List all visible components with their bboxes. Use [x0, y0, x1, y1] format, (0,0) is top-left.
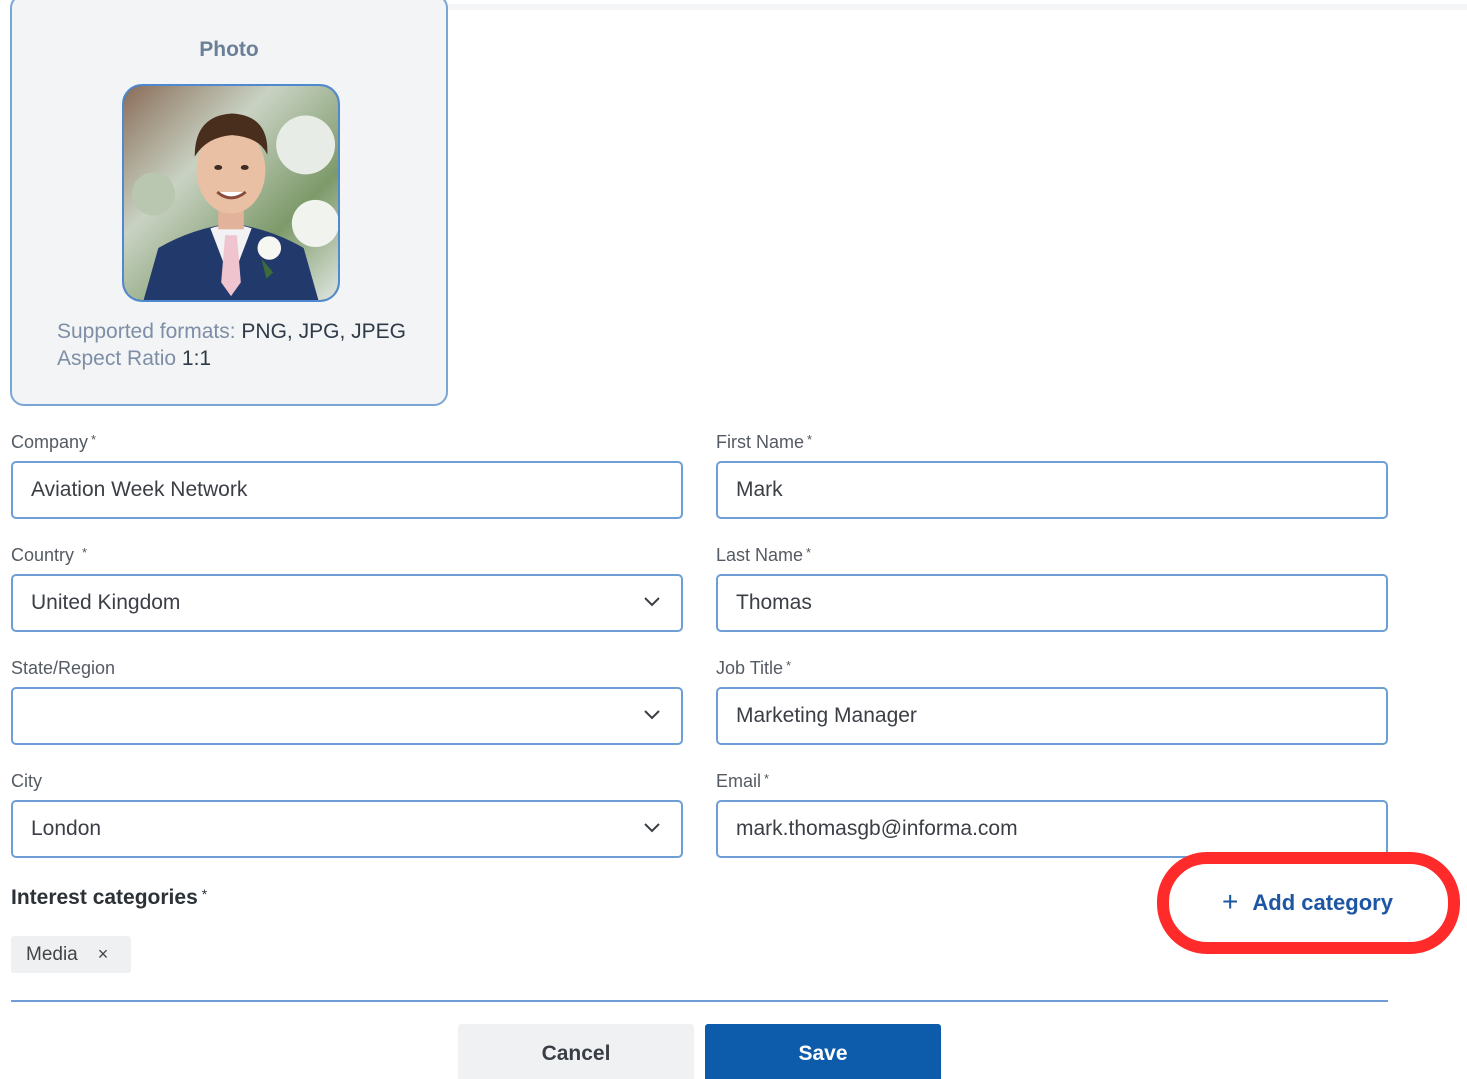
chip-label: Media [26, 943, 78, 965]
top-bar [448, 4, 1467, 10]
state-label: State/Region [11, 658, 116, 678]
aspect-value: 1:1 [176, 347, 212, 370]
email-label: Email * [716, 771, 770, 791]
job-title-label: Job Title * [716, 658, 792, 678]
interest-chip: Media × [11, 936, 131, 973]
first-name-field[interactable]: Mark [716, 461, 1388, 519]
plus-icon: + [1222, 885, 1239, 917]
cancel-button[interactable]: Cancel [458, 1024, 694, 1079]
chevron-down-icon [643, 708, 661, 722]
city-select[interactable]: London [11, 800, 683, 858]
state-select[interactable] [11, 687, 683, 745]
company-value: Aviation Week Network [31, 478, 248, 501]
last-name-label: Last Name * [716, 545, 812, 565]
profile-photo-image [124, 86, 338, 300]
last-name-field[interactable]: Thomas [716, 574, 1388, 632]
company-field[interactable]: Aviation Week Network [11, 461, 683, 519]
aspect-label: Aspect Ratio [57, 347, 177, 370]
city-label: City [11, 771, 42, 791]
email-value: mark.thomasgb@informa.com [736, 817, 1018, 840]
job-title-field[interactable]: Marketing Manager [716, 687, 1388, 745]
first-name-value: Mark [736, 478, 783, 501]
add-category-button[interactable]: + Add category [1181, 876, 1434, 930]
close-icon[interactable]: × [98, 944, 109, 965]
photo-title: Photo [199, 38, 259, 61]
chevron-down-icon [643, 821, 661, 835]
last-name-value: Thomas [736, 591, 812, 614]
country-value: United Kingdom [31, 591, 181, 614]
country-label: Country * [11, 545, 88, 565]
country-select[interactable]: United Kingdom [11, 574, 683, 632]
interest-categories-title: Interest categories * [11, 886, 208, 909]
profile-photo[interactable] [122, 84, 340, 302]
chevron-down-icon [643, 595, 661, 609]
company-label: Company * [11, 432, 97, 452]
formats-label: Supported formats: [57, 320, 236, 343]
add-category-label: Add category [1252, 890, 1393, 915]
first-name-label: First Name * [716, 432, 813, 452]
email-field[interactable]: mark.thomasgb@informa.com [716, 800, 1388, 858]
formats-value: PNG, JPG, JPEG [235, 320, 406, 343]
divider [11, 1000, 1388, 1002]
photo-requirements: Supported formats: PNG, JPG, JPEG Aspect… [57, 318, 406, 372]
save-button[interactable]: Save [705, 1024, 941, 1079]
city-value: London [31, 817, 102, 840]
job-title-value: Marketing Manager [736, 704, 917, 727]
photo-upload-card[interactable]: Photo Supported formats: PNG, JPG, JPEG … [10, 0, 448, 406]
